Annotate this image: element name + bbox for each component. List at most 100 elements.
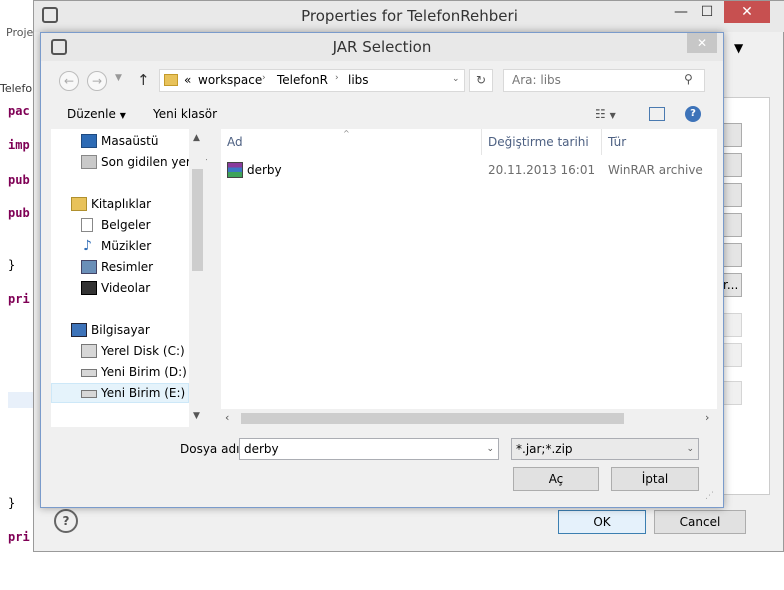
close-button[interactable]: ✕	[724, 1, 770, 23]
search-icon[interactable]: ⚲	[684, 72, 693, 86]
filter-value: *.jar;*.zip	[516, 442, 573, 456]
back-arrow-icon[interactable]: ←	[59, 71, 79, 91]
organize-menu[interactable]: Düzenle ▼	[67, 107, 126, 121]
winrar-archive-icon	[227, 162, 243, 178]
scrollbar-thumb[interactable]	[241, 413, 624, 424]
chevron-down-icon: ▼	[119, 111, 126, 120]
bg-code-line: }	[8, 258, 16, 272]
navigation-pane: Masaüstü Son gidilen yerler Kitaplıklar …	[51, 129, 207, 427]
maximize-button[interactable]: ☐	[694, 1, 720, 23]
scrollbar-thumb[interactable]	[192, 169, 203, 271]
sidebar-item-label: Belgeler	[101, 218, 151, 232]
breadcrumb-telefonr[interactable]: TelefonR	[277, 73, 328, 87]
filename-label: Dosya adı:	[180, 442, 244, 456]
scroll-up-icon[interactable]: ▲	[193, 133, 200, 143]
bg-tab-fragment: Proje	[6, 26, 34, 39]
properties-title: Properties for TelefonRehberi	[301, 7, 518, 25]
cancel-button[interactable]: İptal	[611, 467, 699, 491]
column-header-name[interactable]: Ad ^	[221, 129, 482, 155]
recent-locations-chevron-icon[interactable]: ▼	[115, 73, 122, 83]
bg-code-line: pac	[8, 104, 30, 118]
filename-input[interactable]: derby ⌄	[239, 438, 499, 460]
preview-pane-icon[interactable]	[649, 107, 665, 121]
local-disk-icon	[81, 344, 97, 358]
scroll-left-icon[interactable]: ‹	[225, 411, 229, 424]
help-icon[interactable]: ?	[54, 509, 78, 533]
file-row[interactable]: derby 20.11.2013 16:01 WinRAR archive	[221, 159, 717, 181]
new-folder-button[interactable]: Yeni klasör	[153, 107, 217, 121]
search-input[interactable]: Ara: libs ⚲	[503, 69, 705, 92]
sidebar-item-drive-e[interactable]: Yeni Birim (E:)	[51, 383, 189, 403]
scroll-down-icon[interactable]: ▼	[193, 411, 200, 421]
bg-code-line: imp	[8, 138, 30, 152]
cancel-button[interactable]: Cancel	[654, 510, 746, 534]
column-label: Ad	[227, 135, 243, 149]
breadcrumb-chevron[interactable]: «	[184, 73, 191, 87]
scroll-right-icon[interactable]: ›	[705, 411, 709, 424]
pictures-icon	[81, 260, 97, 274]
sidebar-item-label: Resimler	[101, 260, 154, 274]
jar-titlebar: JAR Selection	[41, 33, 723, 61]
desktop-icon	[81, 134, 97, 148]
jar-close-button[interactable]: ✕	[687, 33, 717, 53]
column-header-modified[interactable]: Değiştirme tarihi	[482, 129, 602, 155]
folder-icon	[164, 74, 178, 86]
column-label: Değiştirme tarihi	[488, 135, 589, 149]
sidebar-item-label: Müzikler	[101, 239, 152, 253]
organize-label: Düzenle	[67, 107, 116, 121]
ok-button[interactable]: OK	[558, 510, 646, 534]
jar-selection-dialog: JAR Selection ✕ ← → ▼ ↑ « workspace › Te…	[40, 32, 724, 508]
sidebar-item-label: Kitaplıklar	[91, 197, 152, 211]
bg-code-line: pub	[8, 206, 30, 220]
sidebar-scrollbar[interactable]: ▲ ▼	[189, 129, 206, 427]
music-icon: ♪	[83, 238, 92, 254]
column-label: Tür	[608, 135, 627, 149]
file-type: WinRAR archive	[608, 163, 703, 177]
address-dropdown-chevron-icon[interactable]: ⌄	[452, 74, 460, 84]
eclipse-window-icon	[51, 39, 67, 55]
filename-dropdown-icon[interactable]: ⌄	[486, 439, 494, 459]
filter-dropdown-icon[interactable]: ⌄	[686, 439, 694, 459]
chevron-down-icon[interactable]: ▼	[734, 41, 743, 55]
help-icon[interactable]: ?	[685, 106, 701, 122]
refresh-icon[interactable]: ↻	[469, 69, 493, 92]
recent-places-icon	[81, 155, 97, 169]
sidebar-item-label: Videolar	[101, 281, 151, 295]
address-bar[interactable]: « workspace › TelefonR › libs ⌄	[159, 69, 465, 92]
breadcrumb-separator-icon[interactable]: ›	[335, 73, 339, 83]
bg-code-line: pub	[8, 173, 30, 187]
column-header-type[interactable]: Tür	[602, 129, 717, 155]
bg-code-line: pri	[8, 530, 30, 544]
horizontal-scrollbar[interactable]: ‹ ›	[221, 409, 717, 427]
drive-icon	[81, 390, 97, 398]
up-arrow-icon[interactable]: ↑	[137, 71, 150, 89]
forward-arrow-icon[interactable]: →	[87, 71, 107, 91]
bg-highlight-line	[8, 392, 34, 408]
breadcrumb-separator-icon[interactable]: ›	[262, 73, 266, 83]
sidebar-item-label: Bilgisayar	[91, 323, 150, 337]
file-name: derby	[247, 163, 282, 177]
sort-ascending-icon: ^	[343, 129, 350, 138]
sidebar-item-label: Yerel Disk (C:)	[101, 344, 185, 358]
open-button[interactable]: Aç	[513, 467, 599, 491]
breadcrumb-libs[interactable]: libs	[348, 73, 369, 87]
videos-icon	[81, 281, 97, 295]
search-placeholder: Ara: libs	[512, 73, 561, 87]
sidebar-item-label: Masaüstü	[101, 134, 159, 148]
bg-code-line: pri	[8, 292, 30, 306]
drive-icon	[81, 369, 97, 377]
filename-value: derby	[244, 442, 279, 456]
file-modified: 20.11.2013 16:01	[488, 163, 596, 177]
sidebar-item-label: Yeni Birim (E:)	[101, 386, 186, 400]
bg-code-line: }	[8, 496, 16, 510]
file-list: Ad ^ Değiştirme tarihi Tür derby 20.11.20…	[221, 129, 717, 427]
documents-icon	[81, 218, 93, 232]
jar-dialog-title: JAR Selection	[332, 38, 432, 56]
eclipse-window-icon	[42, 7, 58, 23]
filter-select[interactable]: *.jar;*.zip ⌄	[511, 438, 699, 460]
background-editor: Proje Telefor pac imp pub pub } pri } pr…	[0, 0, 37, 590]
minimize-button[interactable]: —	[668, 1, 694, 23]
breadcrumb-workspace[interactable]: workspace	[198, 73, 262, 87]
resize-grip-icon[interactable]: ⋰	[705, 491, 714, 501]
view-options-icon[interactable]: ☷ ▼	[595, 107, 616, 121]
